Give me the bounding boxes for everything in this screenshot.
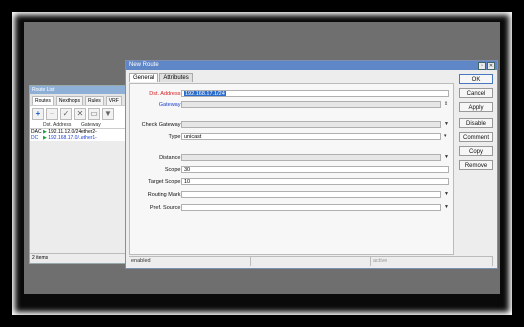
status-bar: enabled active bbox=[129, 256, 493, 266]
routing-mark-row: Routing Mark: bbox=[130, 191, 182, 199]
tab-routes[interactable]: Routes bbox=[32, 96, 54, 105]
gateway-updown-icon[interactable]: ⇕ bbox=[444, 101, 448, 108]
dialog-tabs: General Attributes bbox=[129, 73, 193, 82]
dialog-title-text: New Route bbox=[129, 62, 159, 68]
chevron-down-icon[interactable]: ▼ bbox=[444, 191, 449, 198]
pref-source-row: Pref. Source: bbox=[130, 204, 182, 212]
new-route-title: New Route ▫ ✕ bbox=[126, 61, 497, 70]
chevron-down-icon[interactable]: ▼ bbox=[444, 204, 449, 211]
scope-row: Scope: bbox=[130, 166, 182, 174]
dst-address-label: Dst. Address: bbox=[149, 91, 182, 97]
check-gateway-label: Check Gateway: bbox=[141, 122, 182, 128]
target-scope-row: Target Scope: bbox=[130, 178, 182, 186]
ok-button[interactable]: OK bbox=[459, 74, 493, 84]
tab-general[interactable]: General bbox=[129, 73, 159, 82]
dropdown-icon[interactable]: ▾ bbox=[444, 133, 447, 140]
target-scope-input[interactable]: 10 bbox=[181, 178, 449, 185]
type-label: Type: bbox=[168, 134, 182, 140]
routing-mark-label: Routing Mark: bbox=[147, 192, 182, 198]
new-route-dialog: New Route ▫ ✕ General Attributes Dst. Ad… bbox=[125, 60, 498, 269]
pref-source-label: Pref. Source: bbox=[149, 205, 182, 211]
enable-icon[interactable]: ✓ bbox=[60, 108, 72, 120]
status-active: active bbox=[371, 257, 493, 266]
chevron-down-icon[interactable]: ▼ bbox=[444, 121, 449, 128]
type-select[interactable]: unicast bbox=[181, 133, 441, 140]
dst-address-row: Dst. Address: bbox=[130, 90, 182, 98]
comment-button[interactable]: Comment bbox=[459, 132, 493, 142]
routing-mark-select[interactable] bbox=[181, 191, 441, 198]
gateway-label: Gateway: bbox=[158, 102, 182, 108]
row-dst: 192.168.17.0/... bbox=[48, 135, 84, 141]
comment-icon[interactable]: ▭ bbox=[88, 108, 100, 120]
row-flags: DC bbox=[31, 135, 39, 141]
cancel-button[interactable]: Cancel bbox=[459, 88, 493, 98]
column-flags[interactable] bbox=[30, 122, 43, 128]
route-active-icon: ▶ bbox=[43, 135, 47, 141]
remove-button[interactable]: Remove bbox=[459, 160, 493, 170]
copy-button[interactable]: Copy bbox=[459, 146, 493, 156]
type-row: Type: bbox=[130, 133, 182, 141]
general-panel: Dst. Address: 192.168.17.1/24 Gateway: ⇕… bbox=[129, 83, 454, 255]
disable-icon[interactable]: ✕ bbox=[74, 108, 86, 120]
add-icon[interactable]: + bbox=[32, 108, 44, 120]
status-empty bbox=[251, 257, 371, 266]
tab-rules[interactable]: Rules bbox=[84, 96, 104, 105]
check-gateway-row: Check Gateway: bbox=[130, 121, 182, 129]
remove-icon[interactable]: − bbox=[46, 108, 58, 120]
tab-nexthops[interactable]: Nexthops bbox=[55, 96, 83, 105]
column-dst-address[interactable]: Dst. Address bbox=[43, 122, 81, 128]
chevron-down-icon[interactable]: ▼ bbox=[444, 154, 449, 161]
filter-icon[interactable]: ▼ bbox=[102, 108, 114, 120]
scope-label: Scope: bbox=[164, 167, 182, 173]
close-icon[interactable]: ✕ bbox=[487, 62, 495, 70]
distance-input[interactable] bbox=[181, 154, 441, 161]
scope-input[interactable]: 30 bbox=[181, 166, 449, 173]
column-gateway[interactable]: Gateway bbox=[81, 122, 111, 128]
status-enabled: enabled bbox=[129, 257, 251, 266]
dst-address-input[interactable]: 192.168.17.1/24 bbox=[181, 90, 449, 97]
distance-row: Distance: bbox=[130, 154, 182, 162]
row-gateway: ether1- bbox=[81, 135, 97, 141]
disable-button[interactable]: Disable bbox=[459, 118, 493, 128]
pref-source-select[interactable] bbox=[181, 204, 441, 211]
gateway-input[interactable] bbox=[181, 101, 441, 108]
distance-label: Distance: bbox=[159, 155, 182, 161]
check-gateway-select[interactable] bbox=[181, 121, 441, 128]
gateway-row: Gateway: bbox=[130, 101, 182, 109]
target-scope-label: Target Scope: bbox=[148, 179, 182, 185]
tab-attributes[interactable]: Attributes bbox=[159, 73, 193, 82]
restore-icon[interactable]: ▫ bbox=[478, 62, 486, 70]
apply-button[interactable]: Apply bbox=[459, 102, 493, 112]
